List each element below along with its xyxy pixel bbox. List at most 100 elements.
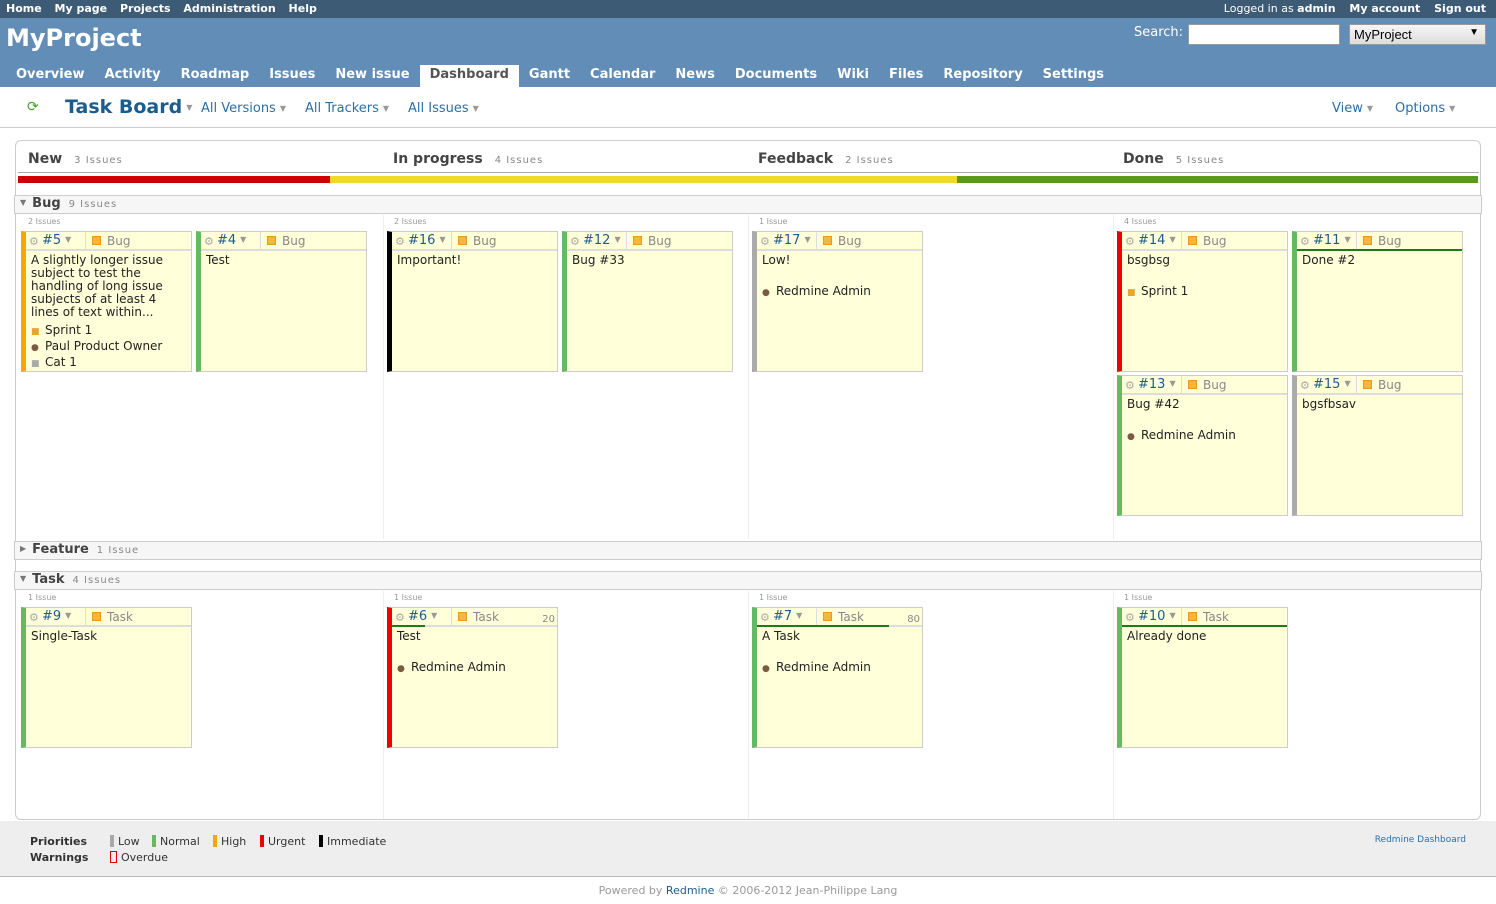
gear-icon[interactable]: ⚙: [395, 611, 405, 624]
chevron-down-icon[interactable]: ▼: [614, 235, 620, 244]
issue-id-link[interactable]: #9 ▼: [42, 609, 71, 624]
issue-card[interactable]: ⚙ #16 ▼ Bug Important!: [387, 231, 558, 372]
chevron-down-icon[interactable]: ▼: [1344, 235, 1350, 244]
chevron-down-icon[interactable]: ▼: [1169, 611, 1175, 620]
card-header: ⚙ #5 ▼ Bug: [26, 232, 191, 251]
issue-card[interactable]: ⚙ #10 ▼ Task Already done: [1117, 607, 1288, 748]
issue-card[interactable]: ⚙ #7 ▼ Task 80 A Task ● Redmine Admin: [752, 607, 923, 748]
issue-card[interactable]: ⚙ #5 ▼ Bug A slightly longer issue subject t…: [21, 231, 192, 372]
chevron-down-icon[interactable]: ▼: [804, 235, 810, 244]
gear-icon[interactable]: ⚙: [1300, 379, 1310, 392]
versions-filter[interactable]: All Versions ▼: [201, 101, 286, 116]
issue-id-link[interactable]: #12 ▼: [583, 233, 621, 248]
issues-filter[interactable]: All Issues ▼: [408, 101, 479, 116]
chevron-down-icon[interactable]: ▼: [439, 235, 445, 244]
issue-id-link[interactable]: #17 ▼: [773, 233, 811, 248]
swimlane-count: 1 Issue: [96, 545, 140, 556]
issue-card[interactable]: ⚙ #9 ▼ Task Single-Task: [21, 607, 192, 748]
trackers-filter[interactable]: All Trackers ▼: [305, 101, 389, 116]
options-menu[interactable]: Options ▼: [1395, 101, 1455, 116]
project-jump-select[interactable]: MyProject ▼: [1349, 24, 1486, 45]
sign-out-link[interactable]: Sign out: [1434, 2, 1486, 15]
chevron-down-icon[interactable]: ▼: [1344, 379, 1350, 388]
issue-id-link[interactable]: #6 ▼: [408, 609, 437, 624]
chevron-down-icon[interactable]: ▼: [1169, 235, 1175, 244]
gear-icon[interactable]: ⚙: [204, 235, 214, 248]
gear-icon[interactable]: ⚙: [1125, 235, 1135, 248]
chevron-down-icon[interactable]: ▼: [1169, 379, 1175, 388]
tab-news[interactable]: News: [665, 65, 724, 87]
issue-meta: [1297, 411, 1462, 415]
gear-icon[interactable]: ⚙: [395, 235, 405, 248]
swimlane-bug-header[interactable]: ▼ Bug 9 Issues: [14, 195, 1482, 214]
issue-id-link[interactable]: #15 ▼: [1313, 377, 1351, 392]
issue-card[interactable]: ⚙ #15 ▼ Bug bgsfbsav: [1292, 375, 1463, 516]
top-link-my-page[interactable]: My page: [55, 2, 108, 15]
tab-settings[interactable]: Settings: [1033, 65, 1114, 87]
card-header: ⚙ #9 ▼ Task: [26, 608, 191, 627]
search-input[interactable]: [1188, 24, 1340, 45]
chevron-down-icon[interactable]: ▼: [796, 611, 802, 620]
tracker-icon: [823, 236, 832, 245]
issue-id-link[interactable]: #10 ▼: [1138, 609, 1176, 624]
gear-icon[interactable]: ⚙: [29, 611, 39, 624]
issue-id-link[interactable]: #11 ▼: [1313, 233, 1351, 248]
tab-wiki[interactable]: Wiki: [827, 65, 879, 87]
redmine-link[interactable]: Redmine: [666, 884, 714, 897]
status-column-new: New 3 Issues: [28, 151, 123, 167]
board-selector[interactable]: Task Board ▼: [65, 96, 192, 118]
chevron-down-icon[interactable]: ▼: [65, 611, 71, 620]
gear-icon[interactable]: ⚙: [1125, 611, 1135, 624]
issue-card[interactable]: ⚙ #12 ▼ Bug Bug #33: [562, 231, 733, 372]
chevron-down-icon[interactable]: ▼: [240, 235, 246, 244]
top-link-home[interactable]: Home: [6, 2, 42, 15]
column-count: 1 Issue: [759, 593, 788, 602]
tracker-label: Bug: [1181, 376, 1226, 395]
swatch: [152, 835, 156, 847]
issue-card[interactable]: ⚙ #13 ▼ Bug Bug #42 ● Redmine Admin: [1117, 375, 1288, 516]
issue-id-link[interactable]: #4 ▼: [217, 233, 246, 248]
tab-gantt[interactable]: Gantt: [519, 65, 580, 87]
tab-roadmap[interactable]: Roadmap: [171, 65, 260, 87]
refresh-icon[interactable]: ⟳: [27, 100, 41, 114]
tab-documents[interactable]: Documents: [725, 65, 827, 87]
swimlane-task-header[interactable]: ▼ Task 4 Issues: [14, 571, 1482, 590]
gear-icon[interactable]: ⚙: [570, 235, 580, 248]
issue-id-link[interactable]: #13 ▼: [1138, 377, 1176, 392]
my-account-link[interactable]: My account: [1349, 2, 1420, 15]
tab-activity[interactable]: Activity: [95, 65, 171, 87]
swimlane-feature-header[interactable]: ▶ Feature 1 Issue: [14, 541, 1482, 560]
issue-card[interactable]: ⚙ #14 ▼ Bug bsgbsg ■ Sprint 1: [1117, 231, 1288, 372]
status-name: Feedback: [758, 151, 834, 167]
gear-icon[interactable]: ⚙: [1300, 235, 1310, 248]
redmine-dashboard-link[interactable]: Redmine Dashboard: [1375, 835, 1466, 845]
issue-card[interactable]: ⚙ #4 ▼ Bug Test: [196, 231, 367, 372]
chevron-down-icon: ▼: [186, 103, 193, 112]
tab-calendar[interactable]: Calendar: [580, 65, 665, 87]
chevron-down-icon[interactable]: ▼: [65, 235, 71, 244]
gear-icon[interactable]: ⚙: [760, 611, 770, 624]
tab-overview[interactable]: Overview: [6, 65, 95, 87]
top-link-help[interactable]: Help: [289, 2, 317, 15]
tab-files[interactable]: Files: [879, 65, 933, 87]
top-link-administration[interactable]: Administration: [183, 2, 275, 15]
gear-icon[interactable]: ⚙: [760, 235, 770, 248]
tab-dashboard[interactable]: Dashboard: [419, 65, 519, 87]
issue-id-link[interactable]: #5 ▼: [42, 233, 71, 248]
chevron-down-icon[interactable]: ▼: [431, 611, 437, 620]
view-menu[interactable]: View ▼: [1332, 101, 1373, 116]
issue-card[interactable]: ⚙ #6 ▼ Task 20 Test ● Redmine Admin: [387, 607, 558, 748]
issue-id-link[interactable]: #16 ▼: [408, 233, 446, 248]
gear-icon[interactable]: ⚙: [1125, 379, 1135, 392]
tab-new-issue[interactable]: New issue: [325, 65, 419, 87]
issue-card[interactable]: ⚙ #11 ▼ Bug Done #2: [1292, 231, 1463, 372]
tab-repository[interactable]: Repository: [933, 65, 1032, 87]
issue-id-link[interactable]: #14 ▼: [1138, 233, 1176, 248]
logged-in-user[interactable]: admin: [1297, 2, 1335, 15]
issue-card[interactable]: ⚙ #17 ▼ Bug Low! ● Redmine Admin: [752, 231, 923, 372]
gear-icon[interactable]: ⚙: [29, 235, 39, 248]
top-link-projects[interactable]: Projects: [120, 2, 171, 15]
done-ratio: 80: [907, 614, 920, 625]
tab-issues[interactable]: Issues: [259, 65, 325, 87]
issue-id-link[interactable]: #7 ▼: [773, 609, 802, 624]
